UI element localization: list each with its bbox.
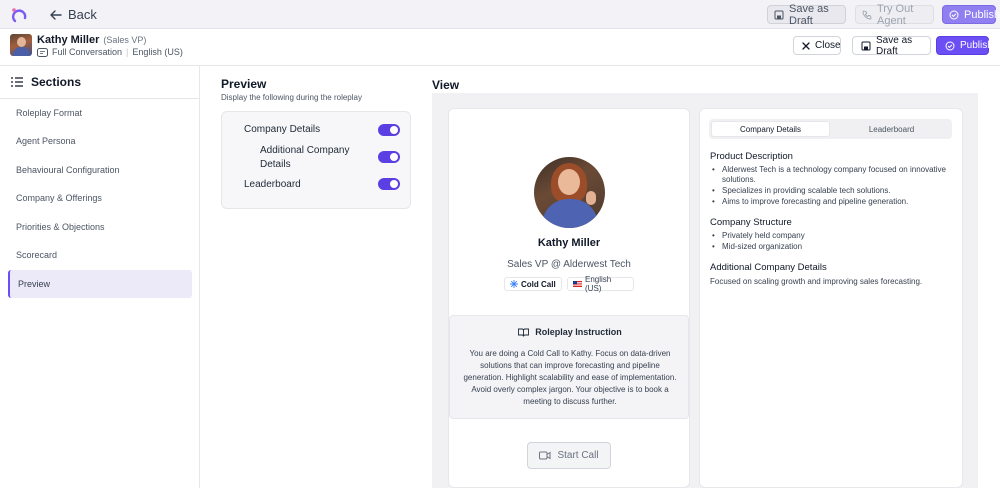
persona-name: Kathy Miller: [537, 237, 601, 249]
persona-header: Kathy Miller (Sales VP) Full Conversation…: [0, 29, 1000, 66]
publish-button[interactable]: Publish: [936, 36, 993, 55]
persona-role: (Sales VP): [103, 35, 147, 45]
app-logo-icon: [10, 6, 28, 24]
back-label: Back: [68, 7, 97, 22]
sidebar-item-scorecard[interactable]: Scorecard: [8, 241, 192, 269]
company-structure-heading: Company Structure: [710, 217, 792, 228]
close-icon: [802, 41, 810, 50]
save-draft-button[interactable]: Save as Draft: [852, 35, 931, 57]
us-flag-icon: [573, 281, 582, 287]
list-item: Privately held company: [712, 231, 947, 241]
sidebar-item-agent-persona[interactable]: Agent Persona: [8, 127, 192, 155]
tab-company-details[interactable]: Company Details: [711, 121, 830, 137]
list-item: Specializes in providing scalable tech s…: [712, 186, 947, 196]
details-tabs: Company Details Leaderboard: [709, 119, 952, 139]
list-item: Aims to improve forecasting and pipeline…: [712, 197, 947, 207]
leaderboard-toggle[interactable]: [378, 178, 400, 190]
option-additional-details-label: Additional Company Details: [260, 145, 350, 170]
conversation-icon: [37, 47, 48, 57]
company-details-toggle[interactable]: [378, 124, 400, 136]
option-leaderboard-label: Leaderboard: [244, 179, 301, 190]
preview-title: Preview: [221, 77, 267, 91]
topbar-save-draft-button[interactable]: Save as Draft: [767, 3, 846, 27]
persona-meta: Full Conversation | English (US): [37, 47, 183, 57]
try-out-agent-button[interactable]: Try Out Agent: [855, 3, 934, 27]
check-circle-icon: [945, 41, 955, 51]
list-icon: [11, 77, 23, 87]
snowflake-icon: [510, 280, 518, 288]
instruction-header: Roleplay Instruction: [450, 327, 690, 337]
persona-avatar: [534, 157, 605, 228]
roleplay-instruction-box: Roleplay Instruction You are doing a Col…: [449, 315, 689, 419]
avatar: [10, 34, 32, 56]
phone-icon: [862, 10, 872, 20]
top-bar: Back Save as Draft Try Out Agent Publish: [0, 0, 1000, 29]
sidebar-item-preview[interactable]: Preview: [8, 270, 192, 298]
sidebar-item-priorities-objections[interactable]: Priorities & Objections: [8, 213, 192, 241]
sidebar-item-behavioural-configuration[interactable]: Behavioural Configuration: [8, 156, 192, 184]
save-icon: [774, 10, 784, 20]
list-item: Mid-sized organization: [712, 242, 947, 252]
view-title: View: [432, 78, 460, 92]
conversation-mode: Full Conversation: [52, 47, 123, 57]
language-badge: English (US): [567, 275, 634, 293]
persona-title: Kathy Miller (Sales VP): [37, 34, 147, 46]
additional-details-text: Focused on scaling growth and improving …: [710, 277, 923, 286]
sections-sidebar: Sections Roleplay Format Agent Persona B…: [0, 66, 200, 488]
instruction-text: You are doing a Cold Call to Kathy. Focu…: [463, 349, 677, 406]
additional-details-toggle[interactable]: [378, 151, 400, 163]
persona-language: English (US): [132, 47, 183, 57]
meta-separator: |: [126, 47, 129, 57]
persona-role-company: Sales VP @ Alderwest Tech: [507, 259, 631, 270]
tab-leaderboard[interactable]: Leaderboard: [833, 121, 950, 137]
topbar-publish-button[interactable]: Publish: [942, 5, 1000, 24]
start-call-button[interactable]: Start Call: [527, 442, 611, 469]
additional-details-heading: Additional Company Details: [710, 262, 827, 273]
back-button[interactable]: Back: [50, 7, 97, 22]
close-button[interactable]: Close: [793, 36, 841, 55]
video-icon: [539, 451, 551, 460]
save-icon: [861, 41, 871, 51]
product-description-heading: Product Description: [710, 151, 793, 162]
preview-subtitle: Display the following during the rolepla…: [221, 93, 362, 102]
sidebar-item-company-offerings[interactable]: Company & Offerings: [8, 184, 192, 212]
arrow-left-icon: [50, 9, 62, 20]
option-company-details-label: Company Details: [244, 124, 321, 135]
sidebar-item-roleplay-format[interactable]: Roleplay Format: [8, 99, 192, 127]
list-item: Alderwest Tech is a technology company f…: [712, 165, 947, 185]
sidebar-title: Sections: [11, 75, 81, 89]
book-icon: [518, 328, 530, 337]
call-type-badge: Cold Call: [504, 277, 562, 291]
check-circle-icon: [949, 10, 959, 20]
